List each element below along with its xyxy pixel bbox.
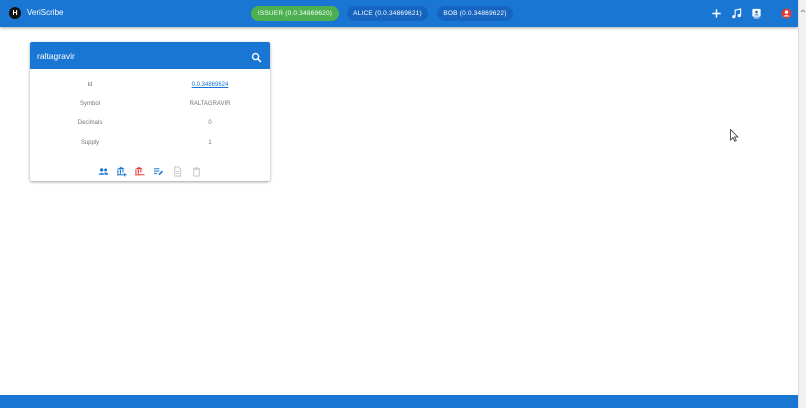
- field-label-id: Id: [87, 82, 93, 88]
- search-icon[interactable]: [251, 50, 262, 63]
- field-row-supply: Supply 1: [30, 140, 270, 152]
- app-title[interactable]: VeriScribe: [27, 8, 63, 17]
- bank-add-icon[interactable]: [116, 164, 127, 177]
- token-id-link[interactable]: 0.0.34869624: [150, 82, 270, 88]
- field-label-symbol: Symbol: [79, 101, 100, 107]
- scroll-down-icon[interactable]: [800, 401, 806, 407]
- mouse-cursor-icon: [730, 128, 739, 142]
- account-button-alice[interactable]: ALICE (0.0.34869621): [347, 6, 428, 21]
- user-circle-icon[interactable]: [780, 7, 793, 20]
- users-icon[interactable]: [98, 164, 109, 175]
- document-icon[interactable]: [172, 164, 183, 177]
- vertical-scrollbar[interactable]: [798, 0, 806, 408]
- app-bar: H VeriScribe ISSUER (0.0.34869620) ALICE…: [0, 0, 798, 27]
- field-label-decimals: Decimals: [77, 120, 103, 126]
- field-row-symbol: Symbol RALTAGRAVIR: [30, 101, 270, 113]
- field-value-decimals: 0: [208, 120, 212, 126]
- token-card-title: raltagravir: [37, 51, 75, 61]
- field-row-decimals: Decimals 0: [30, 120, 270, 132]
- token-card: raltagravir Id 0.0.34869624 Symbol RALTA…: [30, 42, 270, 181]
- account-button-issuer[interactable]: ISSUER (0.0.34869620): [251, 6, 339, 21]
- footer-bar: [0, 395, 798, 408]
- bank-remove-icon[interactable]: [134, 164, 145, 176]
- token-card-header: raltagravir: [30, 42, 270, 69]
- scroll-up-icon[interactable]: [800, 1, 806, 13]
- field-label-supply: Supply: [80, 140, 100, 146]
- field-value-supply: 1: [208, 140, 212, 146]
- trash-icon[interactable]: [191, 164, 202, 177]
- field-value-symbol: RALTAGRAVIR: [189, 101, 231, 107]
- app-logo[interactable]: H: [9, 7, 21, 19]
- account-button-bob[interactable]: BOB (0.0.34869622): [437, 6, 513, 21]
- list-edit-icon[interactable]: [153, 164, 164, 176]
- token-card-actions: [30, 164, 270, 177]
- music-note-icon[interactable]: [730, 7, 743, 20]
- plus-icon[interactable]: [710, 7, 723, 20]
- field-row-id: Id 0.0.34869624: [30, 82, 270, 94]
- contact-card-icon[interactable]: [750, 7, 763, 20]
